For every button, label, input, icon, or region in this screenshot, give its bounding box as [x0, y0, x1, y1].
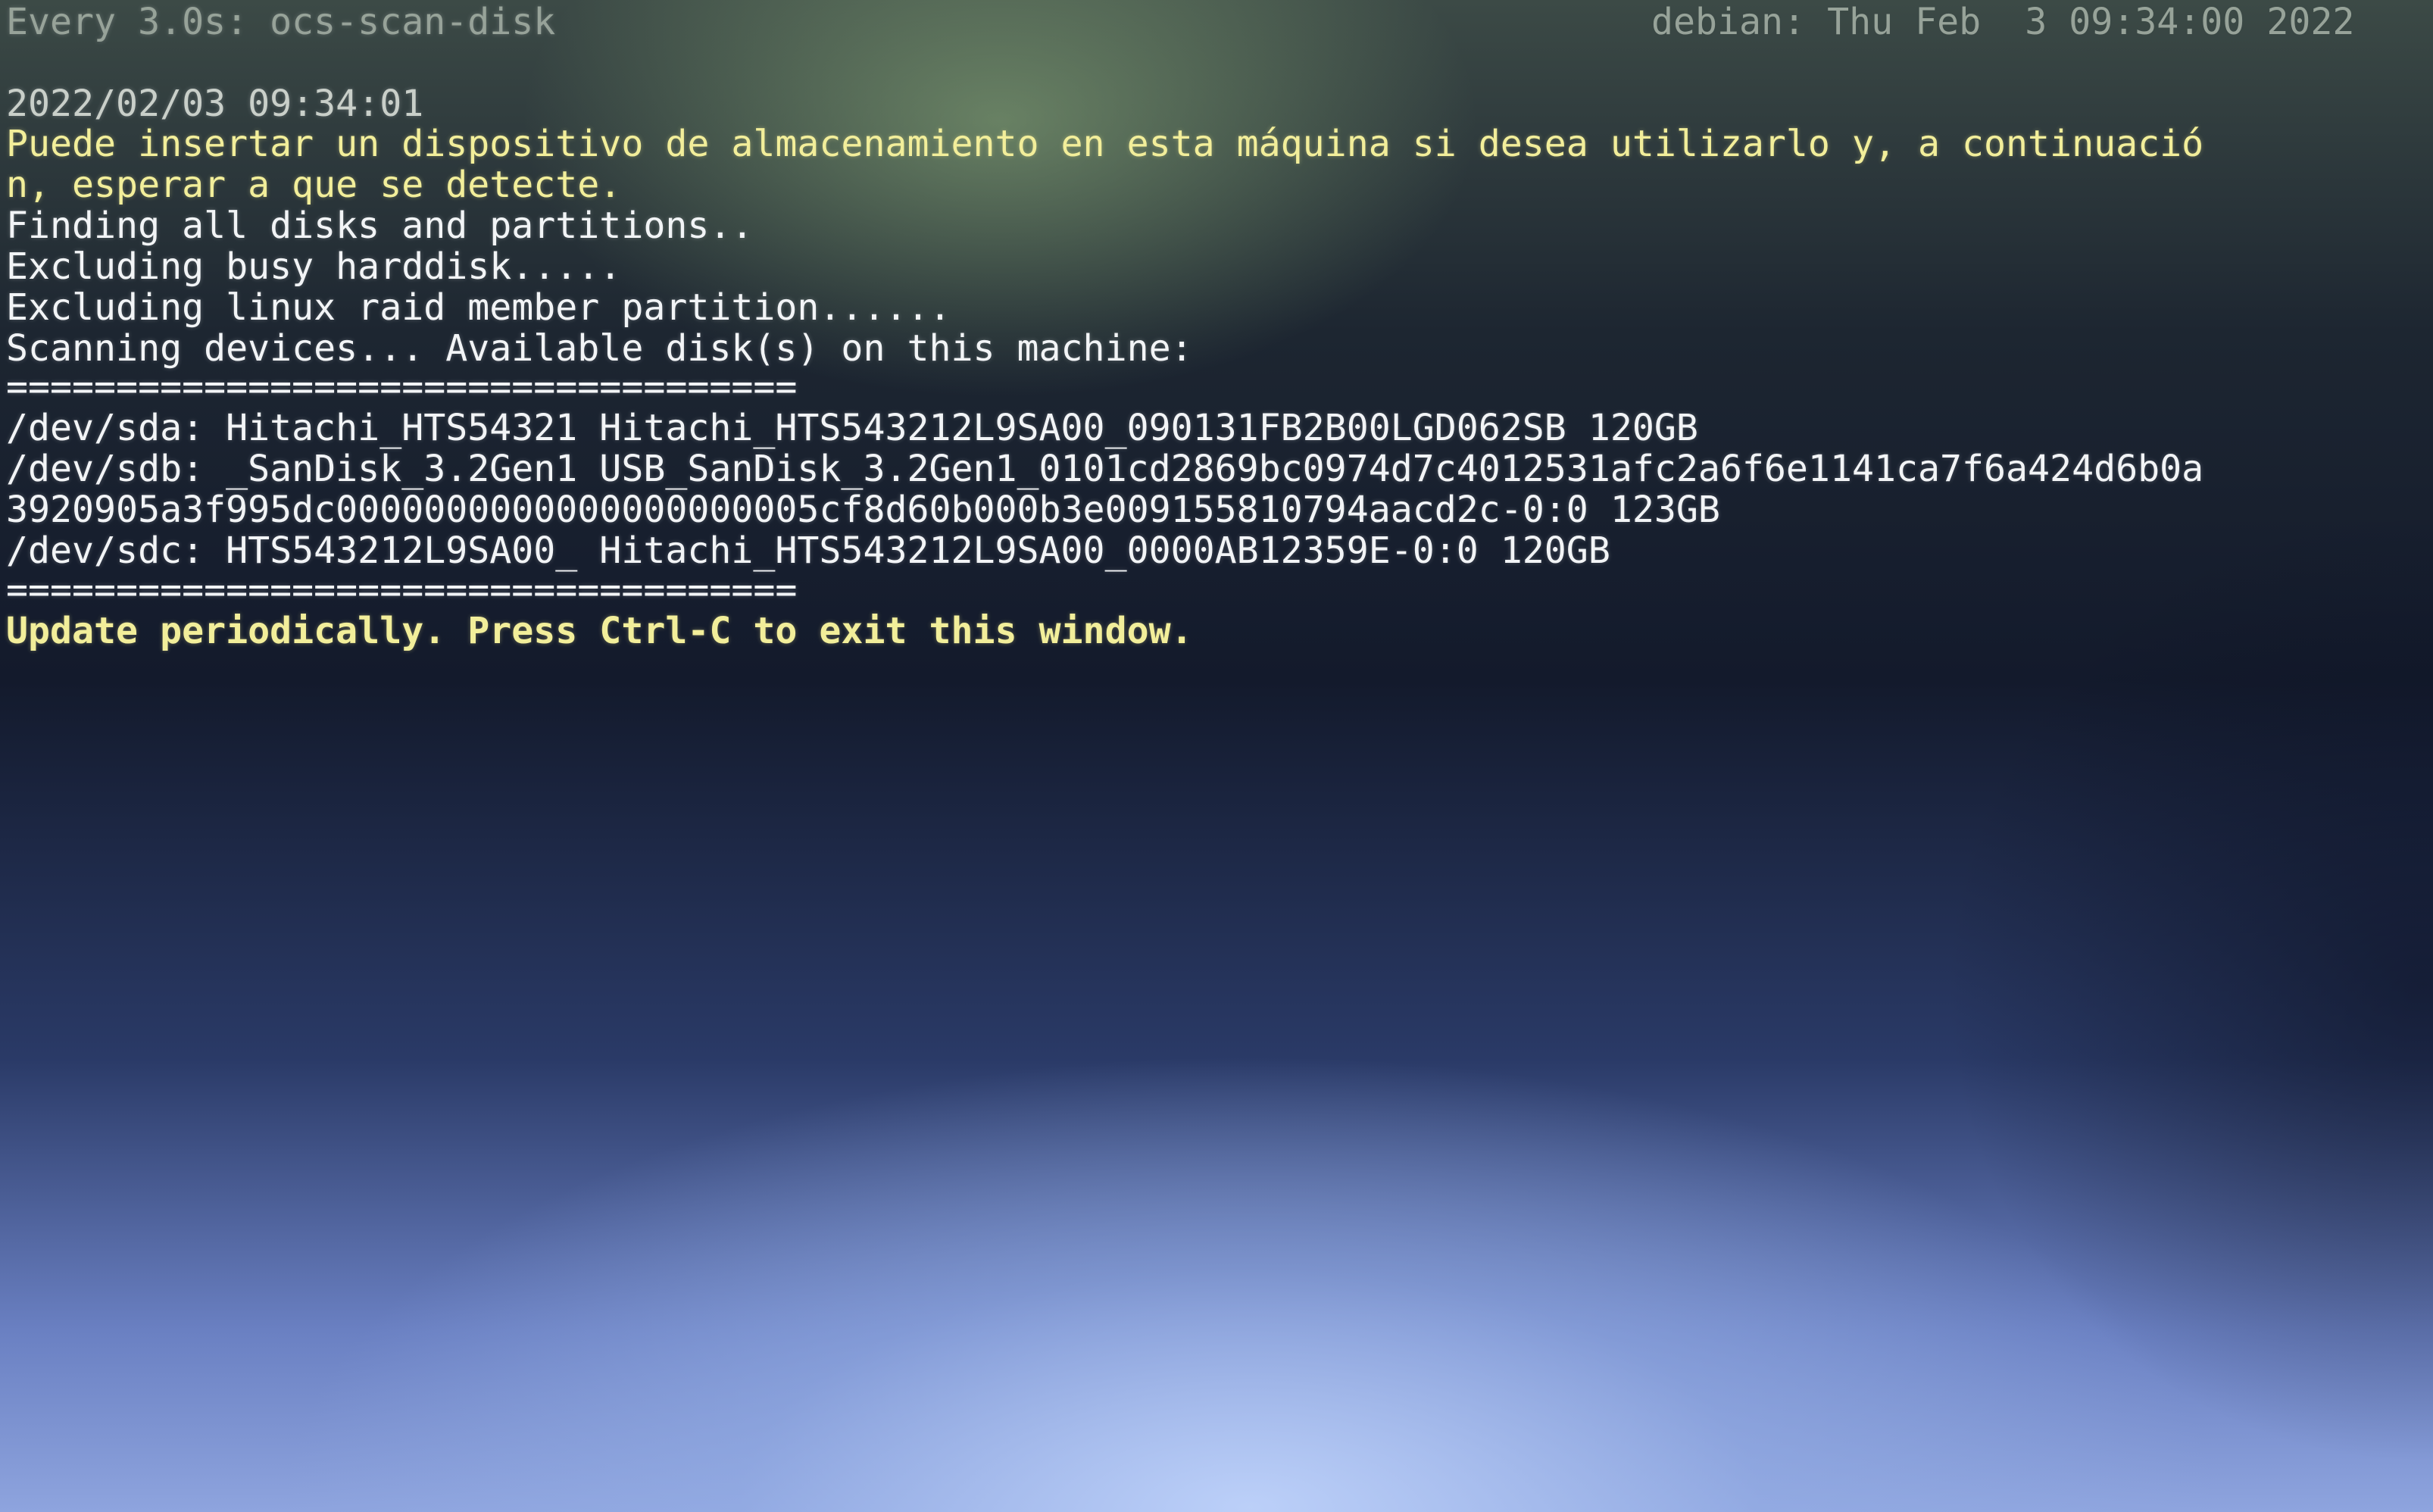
separator-top: ==================================== — [6, 366, 798, 408]
finding-disks-line: Finding all disks and partitions.. — [6, 205, 754, 247]
terminal-screen: Every 3.0s: ocs-scan-disk debian: Thu Fe… — [0, 0, 2433, 1512]
excluding-raid-line: Excluding linux raid member partition...… — [6, 286, 951, 329]
disk-entry-sda: /dev/sda: Hitachi_HTS54321 Hitachi_HTS54… — [6, 407, 1698, 449]
scanning-devices-line: Scanning devices... Available disk(s) on… — [6, 327, 1193, 370]
insert-device-prompt-line-2: n, esperar a que se detecte. — [6, 164, 622, 206]
separator-bottom: ==================================== — [6, 569, 798, 611]
excluding-busy-line: Excluding busy harddisk..... — [6, 245, 622, 288]
watch-host-info: debian: Thu Feb 3 09:34:00 2022 — [1651, 1, 2355, 43]
timestamp-line: 2022/02/03 09:34:01 — [6, 83, 424, 125]
insert-device-prompt-line-1: Puede insertar un dispositivo de almacen… — [6, 123, 2204, 165]
watch-command-header: Every 3.0s: ocs-scan-disk — [6, 1, 556, 43]
disk-entry-sdc: /dev/sdc: HTS543212L9SA00_ Hitachi_HTS54… — [6, 530, 1610, 572]
disk-entry-sdb: /dev/sdb: _SanDisk_3.2Gen1 USB_SanDisk_3… — [6, 448, 2204, 490]
disk-entry-sdb-continued: 3920905a3f995dc0000000000000000000005cf8… — [6, 489, 1720, 531]
update-periodically-footer: Update periodically. Press Ctrl-C to exi… — [6, 610, 1193, 652]
